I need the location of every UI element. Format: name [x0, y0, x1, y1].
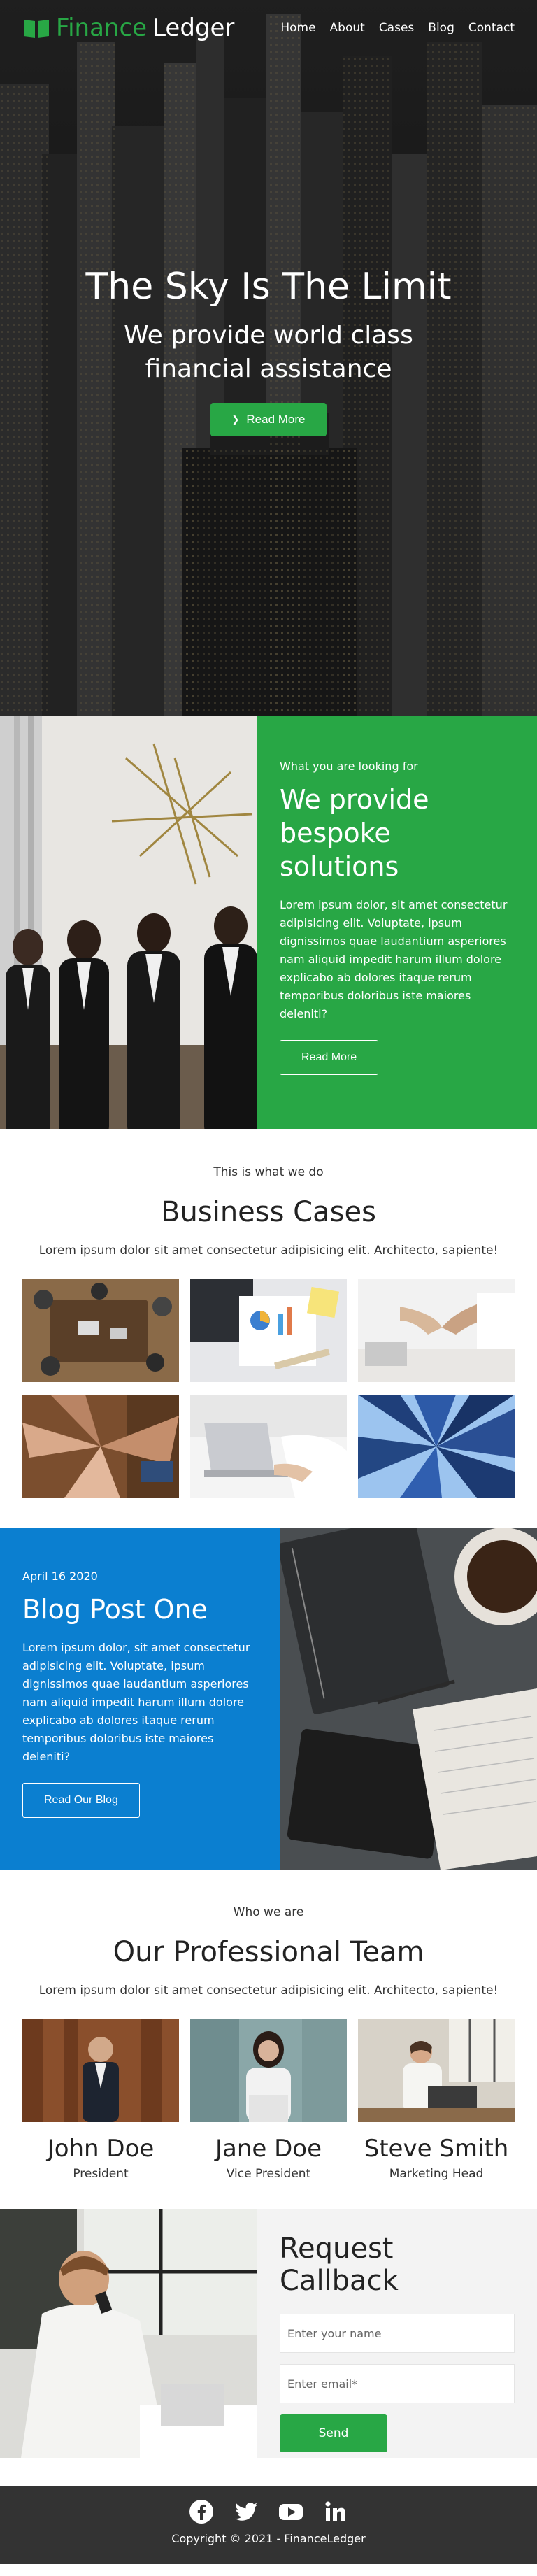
- team-member-card: Steve Smith Marketing Head: [358, 2019, 515, 2181]
- cases-title: Business Cases: [161, 1196, 376, 1228]
- callback-photo: [0, 2209, 257, 2458]
- facebook-icon[interactable]: [188, 2498, 215, 2525]
- hero-subtitle-line2: financial assistance: [145, 355, 392, 383]
- member-photo-john: [22, 2019, 179, 2122]
- bespoke-eyebrow: What you are looking for: [280, 760, 418, 773]
- team-member-card: John Doe President: [22, 2019, 179, 2181]
- desk-notebook-image: [280, 1528, 537, 1870]
- footer: Copyright © 2021 - FinanceLedger: [0, 2486, 537, 2564]
- cases-gallery: [22, 1279, 515, 1498]
- name-input[interactable]: [280, 2314, 515, 2353]
- member-name: Jane Doe: [215, 2135, 322, 2163]
- footer-spacer: [0, 2458, 537, 2486]
- hero-section: Finance Ledger Home About Cases Blog Con…: [0, 0, 537, 716]
- case-image-teamwork-hands[interactable]: [22, 1395, 179, 1498]
- team-title: Our Professional Team: [113, 1936, 424, 1968]
- hero-title: The Sky Is The Limit: [85, 266, 452, 308]
- team-description: Lorem ipsum dolor sit amet consectetur a…: [38, 1984, 499, 1998]
- youtube-icon[interactable]: [278, 2498, 304, 2525]
- nav-link-home[interactable]: Home: [280, 21, 315, 35]
- nav-link-blog[interactable]: Blog: [428, 21, 454, 35]
- team-members: John Doe President Jane Doe Vice Preside…: [22, 2019, 515, 2181]
- hero-subtitle-line1: We provide world class: [124, 321, 413, 350]
- book-icon: [24, 20, 49, 38]
- blog-text-panel: April 16 2020 Blog Post One Lorem ipsum …: [0, 1528, 280, 1870]
- member-name: John Doe: [47, 2135, 155, 2163]
- callback-title: Request Callback: [280, 2233, 399, 2297]
- case-image-laptop-work[interactable]: [190, 1395, 347, 1498]
- case-image-meeting[interactable]: [22, 1279, 179, 1382]
- email-input[interactable]: [280, 2364, 515, 2403]
- blog-title: Blog Post One: [22, 1594, 208, 1625]
- member-role: President: [73, 2167, 129, 2181]
- member-role: Marketing Head: [389, 2167, 484, 2181]
- case-image-charts[interactable]: [190, 1279, 347, 1382]
- member-photo-steve: [358, 2019, 515, 2122]
- office-women-image: [0, 716, 257, 1129]
- member-photo-jane: [190, 2019, 347, 2122]
- bespoke-section: What you are looking for We provide besp…: [0, 716, 537, 1129]
- linkedin-icon[interactable]: [322, 2498, 349, 2525]
- blog-section: April 16 2020 Blog Post One Lorem ipsum …: [0, 1528, 537, 1870]
- social-links: [0, 2498, 537, 2525]
- brand-logo[interactable]: Finance Ledger: [22, 14, 234, 42]
- blog-desk-photo: [280, 1528, 537, 1870]
- blog-date: April 16 2020: [22, 1570, 98, 1583]
- business-cases-section: This is what we do Business Cases Lorem …: [0, 1129, 537, 1528]
- hero-content: The Sky Is The Limit We provide world cl…: [0, 266, 537, 436]
- callback-section: Request Callback Send: [0, 2209, 537, 2458]
- navbar: Finance Ledger Home About Cases Blog Con…: [0, 0, 537, 56]
- nav-link-about[interactable]: About: [330, 21, 365, 35]
- team-eyebrow: Who we are: [233, 1905, 304, 1919]
- case-image-skyscrapers[interactable]: [358, 1395, 515, 1498]
- team-office-photo: [0, 716, 257, 1129]
- bespoke-heading: We provide bespoke solutions: [280, 784, 429, 882]
- hero-subtitle: We provide world class financial assista…: [0, 319, 537, 386]
- brand-name-ledger: Ledger: [152, 14, 235, 42]
- hero-read-more-button[interactable]: ❯ Read More: [210, 403, 327, 436]
- nav-link-cases[interactable]: Cases: [379, 21, 414, 35]
- member-role: Vice President: [226, 2167, 311, 2181]
- bespoke-paragraph: Lorem ipsum dolor, sit amet consectetur …: [280, 898, 508, 1020]
- blog-paragraph: Lorem ipsum dolor, sit amet consectetur …: [22, 1641, 250, 1763]
- nav-links: Home About Cases Blog Contact: [280, 21, 515, 35]
- member-name: Steve Smith: [364, 2135, 509, 2163]
- team-member-card: Jane Doe Vice President: [190, 2019, 347, 2181]
- team-section: Who we are Our Professional Team Lorem i…: [0, 1870, 537, 2209]
- bespoke-text-panel: What you are looking for We provide besp…: [257, 716, 537, 1129]
- bespoke-read-more-button[interactable]: Read More: [280, 1040, 379, 1075]
- hero-button-label: Read More: [246, 413, 306, 426]
- brand-name-finance: Finance: [56, 14, 148, 42]
- man-on-phone-image: [0, 2209, 257, 2458]
- read-our-blog-button[interactable]: Read Our Blog: [22, 1783, 140, 1818]
- chevron-right-icon: ❯: [231, 414, 240, 425]
- copyright-text: Copyright © 2021 - FinanceLedger: [171, 2532, 366, 2545]
- case-image-handshake[interactable]: [358, 1279, 515, 1382]
- cases-description: Lorem ipsum dolor sit amet consectetur a…: [38, 1244, 499, 1258]
- callback-form: Request Callback Send: [257, 2209, 537, 2458]
- nav-link-contact[interactable]: Contact: [468, 21, 515, 35]
- send-button[interactable]: Send: [280, 2414, 387, 2452]
- twitter-icon[interactable]: [233, 2498, 259, 2525]
- cases-eyebrow: This is what we do: [213, 1165, 324, 1179]
